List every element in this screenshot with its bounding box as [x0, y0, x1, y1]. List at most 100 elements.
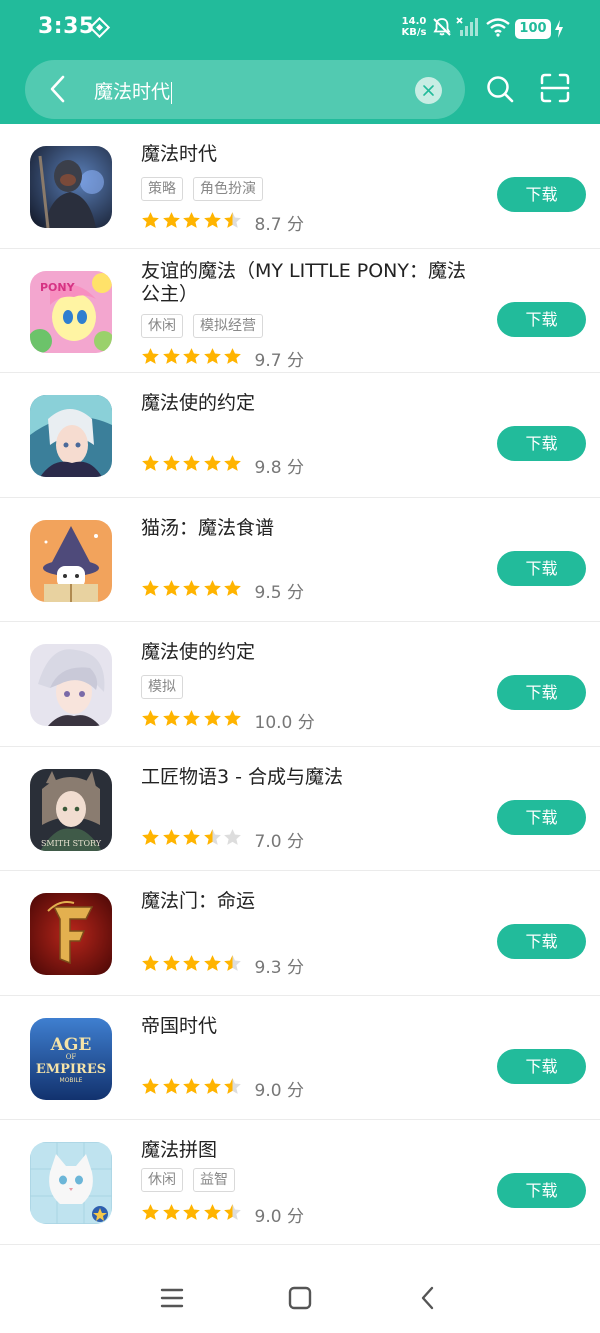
- star-icon: [183, 710, 200, 726]
- app-name[interactable]: 魔法使的约定: [141, 641, 471, 664]
- app-name[interactable]: 魔法使的约定: [141, 392, 471, 415]
- app-icon-pink-pony[interactable]: PONY: [30, 270, 112, 353]
- app-name[interactable]: 魔法拼图: [141, 1139, 471, 1162]
- star-icon: [162, 212, 180, 228]
- rating: 9.3 分: [141, 953, 304, 978]
- app-icon-gold-f[interactable]: [30, 893, 112, 975]
- score-value: 7.0: [254, 831, 282, 852]
- app-list-item[interactable]: 猫汤：魔法食谱 9.5 分 下载: [0, 498, 600, 622]
- search-bar[interactable]: [25, 60, 465, 119]
- download-button[interactable]: 下载: [497, 301, 586, 337]
- star-icon: [203, 1077, 221, 1094]
- star-icon: [224, 1077, 241, 1094]
- back-arrow-icon[interactable]: [44, 72, 72, 106]
- bell-muted-icon: [433, 18, 451, 36]
- rating: 9.0 分: [141, 1076, 304, 1101]
- app-icon-age-of-empires[interactable]: AGE OF EMPIRES MOBILE: [30, 1017, 112, 1100]
- app-name[interactable]: 魔法时代: [141, 143, 471, 166]
- search-results-list: 魔法时代 策略 角色扮演 8.7 分 下载 PONY 友谊的魔法（MY LITT…: [0, 124, 600, 1245]
- app-name[interactable]: 工匠物语3 - 合成与魔法: [141, 766, 471, 789]
- category-tag[interactable]: 益智: [193, 1168, 235, 1192]
- app-list-item[interactable]: 魔法拼图 休闲 益智 9.0 分 下载: [0, 1120, 600, 1245]
- app-icon-dark-warrior[interactable]: [30, 146, 112, 228]
- category-tag[interactable]: 休闲: [141, 1168, 183, 1192]
- score-text: 8.7 分: [255, 210, 304, 235]
- star-icon: [162, 955, 180, 971]
- score-unit: 分: [286, 1080, 304, 1101]
- aoe-logo-sub: MOBILE: [60, 1077, 83, 1084]
- download-button[interactable]: 下载: [497, 550, 586, 586]
- star-icon: [203, 212, 221, 228]
- download-button[interactable]: 下载: [497, 426, 586, 461]
- score-unit: 分: [286, 215, 304, 235]
- app-icon-cat-puzzle[interactable]: [30, 1142, 112, 1224]
- star-rating: [141, 709, 244, 732]
- star-icon: [162, 455, 180, 471]
- app-tags: 策略 角色扮演: [141, 177, 263, 201]
- star-icon: [183, 579, 200, 596]
- star-icon: [142, 828, 159, 845]
- status-bar: 3:35 14.0 KB/s 100: [0, 0, 600, 58]
- download-button[interactable]: 下载: [497, 924, 586, 959]
- star-icon: [142, 212, 159, 228]
- scan-icon[interactable]: [539, 72, 571, 104]
- rating: 9.0 分: [141, 1202, 304, 1227]
- score-text: 9.5 分: [255, 578, 304, 603]
- app-name[interactable]: 友谊的魔法（MY LITTLE PONY：魔法公主）: [141, 260, 471, 306]
- app-icon-smith-story[interactable]: SMITH STORY: [30, 768, 112, 851]
- score-value: 9.3: [254, 958, 282, 978]
- score-unit: 分: [286, 350, 304, 371]
- network-speed-value: 14.0: [401, 16, 427, 27]
- menu-icon[interactable]: [158, 1284, 186, 1312]
- download-button[interactable]: 下载: [497, 675, 586, 710]
- category-tag[interactable]: 休闲: [141, 313, 183, 338]
- clear-search-button[interactable]: [415, 77, 442, 104]
- app-list-item[interactable]: AGE OF EMPIRES MOBILE 帝国时代 9.0 分 下载: [0, 996, 600, 1120]
- star-icon: [224, 455, 241, 471]
- app-list-item[interactable]: 魔法使的约定 9.8 分 下载: [0, 373, 600, 498]
- rating: 9.5 分: [141, 578, 304, 603]
- star-icon: [203, 347, 221, 364]
- download-button[interactable]: 下载: [497, 1173, 586, 1208]
- app-list-item[interactable]: 魔法时代 策略 角色扮演 8.7 分 下载: [0, 124, 600, 249]
- star-rating: [141, 954, 244, 977]
- download-button[interactable]: 下载: [497, 799, 586, 835]
- score-unit: 分: [286, 831, 304, 852]
- download-button[interactable]: 下载: [497, 1048, 586, 1084]
- home-icon[interactable]: [286, 1284, 314, 1312]
- app-icon-anime-silver-hair[interactable]: [30, 644, 112, 726]
- category-tag[interactable]: 模拟经营: [193, 313, 263, 338]
- star-icon: [142, 579, 159, 596]
- app-name[interactable]: 猫汤：魔法食谱: [141, 517, 471, 540]
- back-icon[interactable]: [414, 1284, 442, 1312]
- wifi-icon: [486, 18, 510, 37]
- app-list-item[interactable]: SMITH STORY 工匠物语3 - 合成与魔法 7.0 分 下载: [0, 747, 600, 871]
- category-tag[interactable]: 模拟: [141, 675, 183, 699]
- smith-story-logo-text: SMITH STORY: [41, 839, 102, 848]
- app-list-item[interactable]: PONY 友谊的魔法（MY LITTLE PONY：魔法公主） 休闲 模拟经营 …: [0, 249, 600, 373]
- star-icon: [142, 1077, 159, 1094]
- app-name[interactable]: 帝国时代: [141, 1015, 471, 1038]
- pony-logo-text: PONY: [40, 281, 76, 294]
- star-icon: [224, 955, 241, 971]
- star-icon: [162, 347, 180, 364]
- category-tag[interactable]: 策略: [141, 177, 183, 201]
- search-icon[interactable]: [485, 74, 515, 104]
- star-icon: [142, 455, 159, 471]
- app-list-item[interactable]: 魔法门：命运 9.3 分 下载: [0, 871, 600, 996]
- star-rating: [141, 828, 244, 851]
- star-icon: [203, 828, 221, 845]
- star-icon: [203, 455, 221, 471]
- network-speed-unit: KB/s: [401, 27, 427, 38]
- score-value: 9.7: [254, 350, 282, 371]
- score-unit: 分: [297, 713, 315, 733]
- app-name[interactable]: 魔法门：命运: [141, 890, 471, 913]
- category-tag[interactable]: 角色扮演: [193, 177, 263, 201]
- app-list-item[interactable]: 魔法使的约定 模拟 10.0 分 下载: [0, 622, 600, 747]
- app-icon-anime-boy[interactable]: [30, 395, 112, 477]
- search-input[interactable]: 魔法时代: [94, 77, 173, 104]
- download-button[interactable]: 下载: [497, 177, 586, 212]
- app-icon-cat-wizard[interactable]: [30, 519, 112, 602]
- star-rating: [141, 347, 244, 370]
- star-icon: [162, 579, 180, 596]
